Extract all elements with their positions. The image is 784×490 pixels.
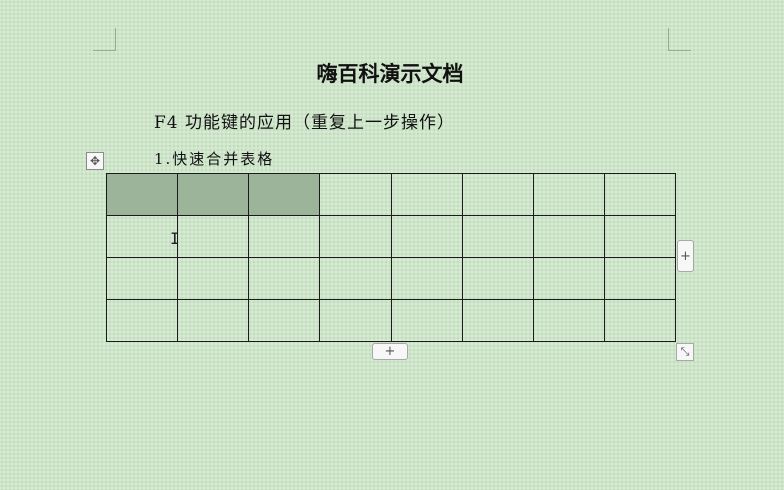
text-cursor-icon: I: [170, 229, 180, 248]
table-cell[interactable]: [532, 257, 605, 300]
table-cell[interactable]: [603, 215, 677, 258]
table-cell-selected[interactable]: [248, 173, 321, 216]
table-cell[interactable]: [105, 257, 179, 300]
table-cell[interactable]: [105, 215, 179, 258]
table-cell[interactable]: [248, 257, 321, 300]
table-cell[interactable]: [319, 257, 392, 300]
table-resize-handle[interactable]: ⤡: [676, 343, 694, 361]
table-cell[interactable]: [603, 257, 677, 300]
document-subtitle: F4 功能键的应用（重复上一步操作）: [154, 113, 456, 133]
table-cell[interactable]: [603, 299, 677, 342]
page-corner-mark-top-left: [93, 28, 116, 51]
table-cell[interactable]: [319, 173, 392, 216]
table-cell[interactable]: [461, 215, 534, 258]
resize-diagonal-icon: ⤡: [680, 345, 690, 358]
table-cell[interactable]: [390, 257, 463, 300]
table-row: [105, 173, 677, 216]
page-corner-mark-top-right: [668, 28, 691, 51]
table-cell-selected[interactable]: [105, 173, 179, 216]
table-cell[interactable]: [248, 299, 321, 342]
table-cell[interactable]: [603, 173, 677, 216]
table-cell[interactable]: [177, 215, 250, 258]
table-cell[interactable]: [532, 299, 605, 342]
table-cell[interactable]: [319, 299, 392, 342]
move-arrows-icon: ✥: [89, 154, 101, 168]
table-cell[interactable]: [390, 215, 463, 258]
document-table[interactable]: [105, 173, 677, 342]
table-cell[interactable]: [532, 215, 605, 258]
plus-icon: +: [384, 344, 396, 359]
table-row: [105, 299, 677, 342]
table-row: [105, 257, 677, 300]
table-row: [105, 215, 677, 258]
plus-icon: +: [680, 248, 691, 264]
add-column-button[interactable]: +: [677, 240, 694, 272]
table-cell[interactable]: [177, 299, 250, 342]
table-cell[interactable]: [532, 173, 605, 216]
table-cell[interactable]: [461, 257, 534, 300]
table-cell[interactable]: [248, 215, 321, 258]
table-cell[interactable]: [461, 299, 534, 342]
table-cell[interactable]: [105, 299, 179, 342]
section-heading: 1.快速合并表格: [154, 150, 275, 168]
table-move-handle[interactable]: ✥: [86, 152, 104, 170]
document-title: 嗨百科演示文档: [316, 61, 464, 86]
table-cell-selected[interactable]: [177, 173, 250, 216]
table-cell[interactable]: [319, 215, 392, 258]
table-cell[interactable]: [461, 173, 534, 216]
table-cell[interactable]: [177, 257, 250, 300]
add-row-button[interactable]: +: [372, 343, 408, 360]
table-cell[interactable]: [390, 299, 463, 342]
table-cell[interactable]: [390, 173, 463, 216]
